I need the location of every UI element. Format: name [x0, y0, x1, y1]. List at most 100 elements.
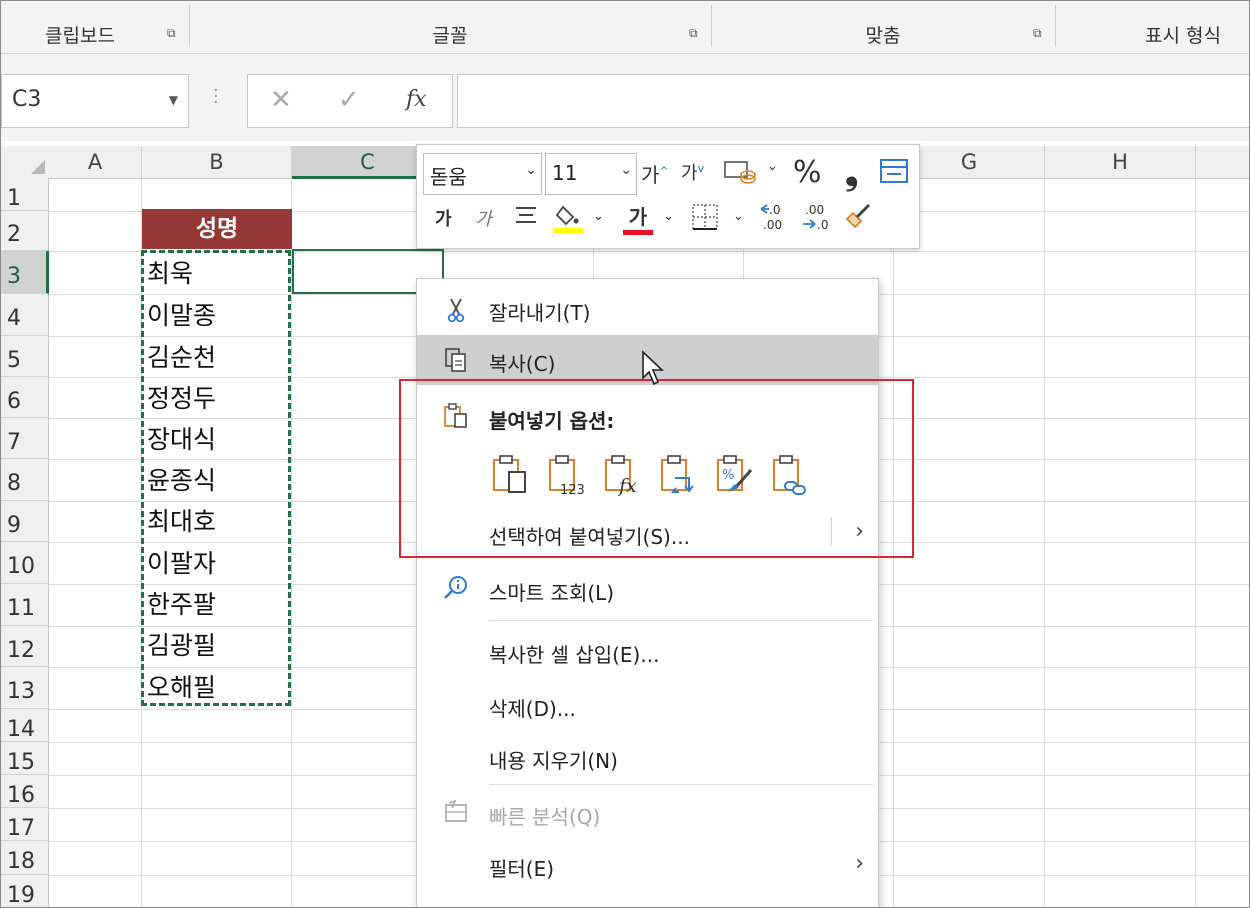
row-header-1[interactable]: 1: [1, 178, 49, 211]
row-header-9[interactable]: 9: [1, 501, 49, 542]
fill-color-button[interactable]: [553, 201, 585, 240]
column-gridline: [1195, 178, 1196, 907]
dialog-launcher-icon[interactable]: ⧉: [689, 27, 701, 39]
row-header-6[interactable]: 6: [1, 377, 49, 418]
ribbon-group-label: 클립보드: [45, 25, 115, 47]
excel-window: 클립보드 ⧉ 글꼴 ⧉ 맞춤 ⧉ 표시 형식 C3 ▼ ··· ✕ ✓ fx: [0, 0, 1250, 908]
row-header-15[interactable]: 15: [1, 742, 49, 775]
ribbon-group-label: 글꼴: [432, 25, 468, 47]
row-header-7[interactable]: 7: [1, 418, 49, 459]
drag-handle-icon[interactable]: · · ·: [213, 82, 219, 112]
chevron-down-icon[interactable]: ⌄: [733, 209, 744, 224]
percent-style-button[interactable]: %: [793, 155, 822, 190]
svg-text:.0: .0: [817, 218, 828, 232]
format-painter-icon: [845, 203, 871, 229]
column-header-partial[interactable]: [1196, 146, 1249, 179]
select-all-button[interactable]: [1, 146, 50, 179]
ribbon-group-alignment: 맞춤 ⧉: [711, 1, 1055, 53]
row-header-5[interactable]: 5: [1, 336, 49, 377]
copy-icon: [445, 348, 466, 372]
row-header-11[interactable]: 11: [1, 584, 49, 626]
menu-item-delete[interactable]: 삭제(D)...: [417, 685, 878, 725]
paste-options-highlight: [399, 379, 914, 558]
row-header-17[interactable]: 17: [1, 808, 49, 841]
smart-lookup-icon: [444, 576, 467, 599]
increase-decimal-icon: .0 .00: [760, 203, 782, 232]
insert-function-icon[interactable]: fx: [406, 87, 427, 112]
row-header-12[interactable]: 12: [1, 626, 49, 667]
row-header-4[interactable]: 4: [1, 294, 49, 336]
menu-item-label: 빠른 분석(Q): [489, 805, 601, 829]
menu-item-label: 삭제(D)...: [489, 697, 576, 721]
enter-icon[interactable]: ✓: [338, 85, 360, 115]
ribbon-group-clipboard: 클립보드 ⧉: [1, 1, 189, 53]
menu-item-clear-contents[interactable]: 내용 지우기(N): [417, 737, 878, 777]
chevron-down-icon[interactable]: ⌄: [593, 209, 604, 224]
name-header-cell[interactable]: 성명: [142, 209, 292, 249]
row-header-16[interactable]: 16: [1, 775, 49, 808]
row-header-14[interactable]: 14: [1, 709, 49, 742]
font-color-button[interactable]: 가: [623, 201, 653, 235]
menu-item-cut[interactable]: 잘라내기(T): [417, 287, 878, 331]
column-header-b[interactable]: B: [142, 146, 292, 179]
font-name-value: 돋움: [430, 165, 467, 189]
quick-analysis-icon: [445, 799, 467, 822]
dialog-launcher-icon[interactable]: ⧉: [167, 27, 179, 39]
italic-button[interactable]: 가: [475, 205, 492, 231]
menu-separator: [489, 784, 873, 785]
dialog-launcher-icon[interactable]: ⧉: [1033, 27, 1045, 39]
menu-separator: [489, 620, 873, 621]
format-cells-button[interactable]: [879, 157, 909, 190]
row-header-18[interactable]: 18: [1, 841, 49, 875]
row-header-19[interactable]: 19: [1, 875, 49, 907]
font-color-swatch: [623, 230, 653, 235]
table-format-icon: [880, 159, 908, 183]
shrink-font-button[interactable]: 가v: [681, 159, 704, 185]
name-box[interactable]: C3 ▼: [1, 74, 189, 128]
align-center-button[interactable]: [513, 203, 539, 234]
chevron-down-icon[interactable]: ⌄: [663, 209, 674, 224]
grow-font-button[interactable]: 가^: [641, 159, 669, 188]
menu-item-label: 내용 지우기(N): [489, 749, 618, 773]
chevron-down-icon[interactable]: ⌄: [620, 162, 632, 178]
row-header-8[interactable]: 8: [1, 459, 49, 501]
grow-font-icon: 가: [641, 163, 660, 187]
mouse-pointer-icon: [642, 350, 665, 386]
chevron-right-icon[interactable]: ›: [855, 851, 864, 876]
row-header-3[interactable]: 3: [1, 251, 49, 294]
shrink-font-icon: 가: [681, 163, 698, 184]
fill-color-icon: [553, 205, 583, 233]
font-color-icon: 가: [628, 205, 648, 229]
format-painter-button[interactable]: [843, 201, 875, 238]
chevron-down-icon[interactable]: ⌄: [767, 159, 778, 174]
svg-text:.00: .00: [805, 203, 824, 217]
borders-button[interactable]: [691, 203, 719, 236]
mini-toolbar: 돋움 ⌄ 11 ⌄ 가^ 가v ⌄ % ❟ 가 가 ⌄ 가 ⌄ ⌄ .0 .00…: [416, 144, 920, 249]
cancel-icon[interactable]: ✕: [270, 85, 292, 115]
column-header-a[interactable]: A: [49, 146, 142, 179]
ribbon-group-font: 글꼴 ⧉: [189, 1, 711, 53]
formula-input[interactable]: [457, 74, 1249, 128]
ribbon-group-bar: 클립보드 ⧉ 글꼴 ⧉ 맞춤 ⧉ 표시 형식: [1, 1, 1249, 54]
chevron-down-icon[interactable]: ⌄: [525, 162, 537, 178]
borders-icon: [692, 204, 718, 230]
bold-button[interactable]: 가: [435, 205, 452, 231]
menu-item-quick-analysis: 빠른 분석(Q): [417, 793, 878, 833]
row-header-13[interactable]: 13: [1, 667, 49, 709]
chevron-down-icon[interactable]: ▼: [169, 93, 178, 107]
row-header-10[interactable]: 10: [1, 542, 49, 584]
menu-item-filter[interactable]: 필터(E) ›: [417, 845, 878, 885]
font-size-dropdown[interactable]: 11 ⌄: [545, 153, 637, 195]
font-name-dropdown[interactable]: 돋움 ⌄: [423, 153, 542, 195]
increase-decimal-button[interactable]: .0 .00: [759, 201, 791, 238]
decrease-decimal-button[interactable]: .00 .0: [801, 201, 833, 238]
row-header-2[interactable]: 2: [1, 211, 49, 251]
column-gridline: [1044, 178, 1045, 907]
menu-item-label: 필터(E): [489, 857, 555, 881]
column-header-h[interactable]: H: [1045, 146, 1196, 179]
comma-style-button[interactable]: ❟: [845, 153, 858, 193]
menu-item-smart-lookup[interactable]: 스마트 조회(L): [417, 569, 878, 609]
accounting-format-button[interactable]: [723, 157, 757, 190]
menu-item-insert-copied[interactable]: 복사한 셀 삽입(E)...: [417, 631, 878, 671]
ribbon-group-number: 표시 형식: [1055, 1, 1249, 53]
